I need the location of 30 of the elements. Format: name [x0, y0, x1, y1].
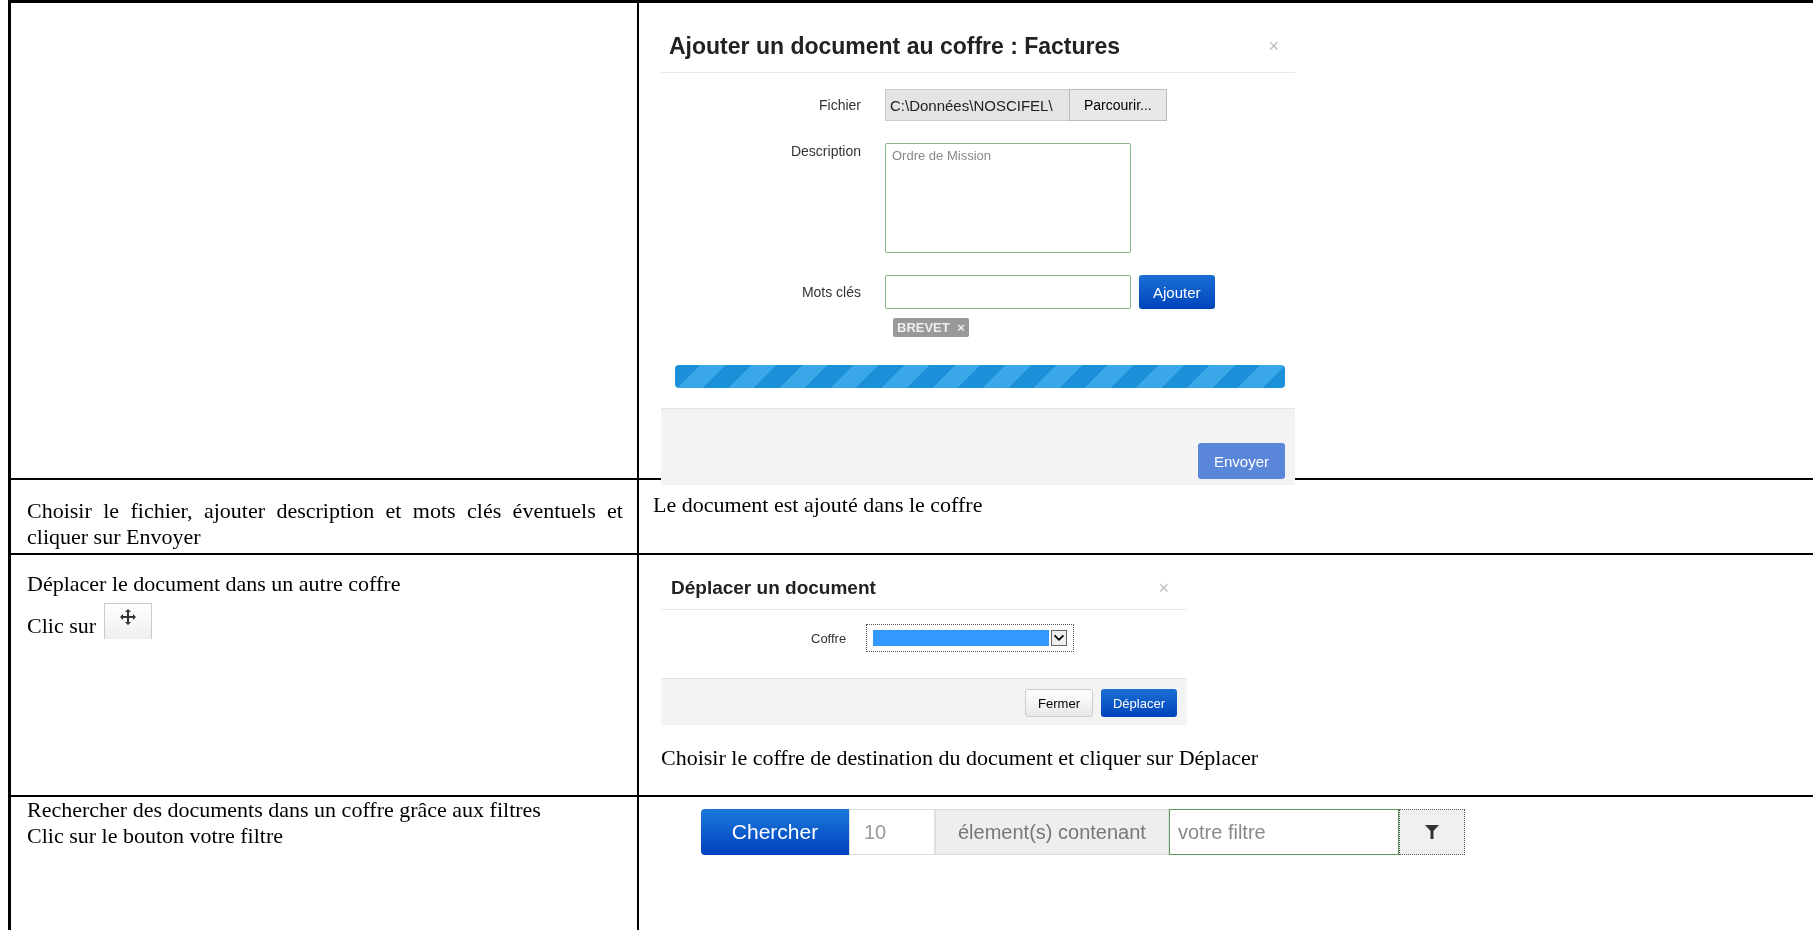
vault-dropdown[interactable]: [866, 624, 1075, 652]
result-text: Le document est ajouté dans le coffre: [653, 492, 984, 518]
add-button[interactable]: Ajouter: [1139, 275, 1215, 309]
search-button[interactable]: Chercher: [701, 809, 849, 855]
instruction-text: Rechercher des documents dans un coffre grâce aux filtres: [27, 797, 542, 823]
description-field[interactable]: Ordre de Mission: [885, 143, 1131, 253]
send-button[interactable]: Envoyer: [1197, 443, 1285, 479]
instruction-text: Choisir le fichier, ajouter description et mots clés éventuels et cliquer sur Envoyer: [27, 498, 623, 550]
dialog-title: Ajouter un document au coffre : Factures: [669, 33, 1121, 60]
file-field[interactable]: C:\Données\NOSCIFEL\ Parcourir...: [885, 89, 1167, 121]
instruction-text: Clic sur: [27, 613, 97, 639]
move-icon: [104, 602, 153, 639]
description-label: Description: [789, 143, 861, 159]
browse-button[interactable]: Parcourir...: [1069, 89, 1167, 121]
dialog-title: Déplacer un document: [671, 577, 876, 599]
keywords-field[interactable]: [885, 275, 1131, 309]
keywords-label: Mots clés: [800, 284, 861, 300]
close-button[interactable]: Fermer: [1025, 689, 1093, 717]
vault-label: Coffre: [811, 630, 847, 646]
file-label: Fichier: [818, 97, 861, 113]
instruction-text: Clic sur le bouton votre filtre: [27, 822, 284, 849]
filter-button[interactable]: [1398, 809, 1465, 855]
caption-text: Choisir le coffre de destination du document et cliquer sur Déplacer: [661, 745, 1260, 771]
filter-field[interactable]: votre filtre: [1168, 809, 1399, 855]
instruction-text: Déplacer le document dans un autre coffre: [27, 571, 402, 597]
filter-icon: [1424, 824, 1439, 840]
caret-icon: [1051, 630, 1068, 646]
move-button[interactable]: Déplacer: [1100, 689, 1177, 717]
contains-label: élement(s) contenant: [935, 809, 1169, 855]
keyword-tag: BREVET ×: [893, 318, 969, 337]
